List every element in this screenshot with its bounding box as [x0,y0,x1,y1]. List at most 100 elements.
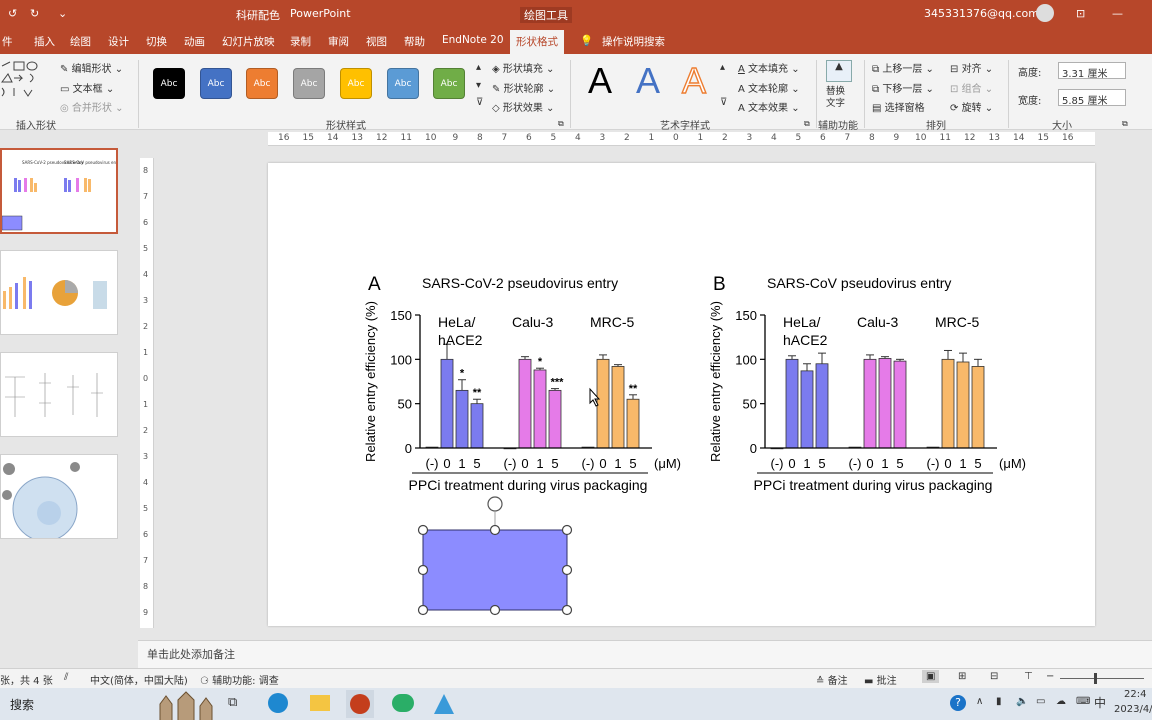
slide-thumbnail[interactable] [0,352,118,437]
edge-icon[interactable] [268,693,288,713]
wechat-icon[interactable] [392,694,414,712]
align-button[interactable]: ⊟ 对齐 ⌄ [950,60,993,75]
shape-style-swatch[interactable]: Abc [340,68,372,99]
accessibility-status[interactable]: ⚆ 辅助功能: 调查 [200,672,279,687]
resize-handle[interactable] [417,524,429,536]
avatar[interactable] [1036,4,1054,22]
slide-thumbnail-pane[interactable]: SARS-CoV-2 pseudovirus entry SARS-CoV pse… [0,130,138,668]
tab-draw[interactable]: 绘图 [70,34,91,49]
merge-shapes-button[interactable]: ◎ 合并形状 ⌄ [60,99,123,114]
height-input[interactable]: 3.31 厘米 [1058,62,1126,80]
slide-thumbnail[interactable] [0,250,118,335]
tab-file[interactable]: 件 [2,34,13,49]
tell-me-search[interactable]: 操作说明搜索 [602,34,665,49]
ribbon-display-icon[interactable]: ⊡ [1076,7,1085,20]
gallery-scroll-down-icon[interactable]: ▾ [476,80,481,91]
shape-style-swatch[interactable]: Abc [387,68,419,99]
vertical-ruler[interactable]: 8 7 6 5 4 3 2 1 0 1 2 3 4 5 6 7 8 9 [140,158,154,628]
slideshow-icon[interactable]: ⊤ [1024,671,1033,682]
tab-transitions[interactable]: 切换 [146,34,167,49]
clock-date[interactable]: 2023/4/ [1114,704,1152,715]
zoom-slider-thumb[interactable] [1094,673,1097,684]
wordart-style-orange-outline[interactable]: A [681,59,706,102]
tab-review[interactable]: 审阅 [328,34,349,49]
zoom-slider[interactable] [1060,678,1144,679]
resize-handle[interactable] [417,564,429,576]
tab-record[interactable]: 录制 [290,34,311,49]
resize-handle[interactable] [561,524,573,536]
app-icon[interactable] [434,694,454,714]
minimize-icon[interactable]: — [1112,7,1123,20]
account-email[interactable]: 345331376@qq.com [924,7,1039,20]
taskbar-search[interactable]: 搜索 [10,696,34,713]
shape-effects-button[interactable]: ◇ 形状效果 ⌄ [492,99,554,114]
gallery-scroll-up-icon[interactable]: ▴ [476,62,481,73]
dialog-launcher-icon[interactable]: ⧉ [558,119,564,129]
language-indicator[interactable]: 中文(简体，中国大陆) [90,672,188,687]
resize-handle[interactable] [417,604,429,616]
send-backward-button[interactable]: ⧉ 下移一层 ⌄ [872,80,934,95]
shape-style-swatch[interactable]: Abc [200,68,232,99]
wordart-style-blue[interactable]: A [636,60,660,102]
shape-style-swatch[interactable]: Abc [433,68,465,99]
tab-design[interactable]: 设计 [108,34,129,49]
normal-view-icon[interactable]: ▣ [922,670,940,683]
tab-help[interactable]: 帮助 [404,34,425,49]
slide-thumbnail[interactable]: SARS-CoV-2 pseudovirus entry SARS-CoV pse… [0,148,118,234]
reading-view-icon[interactable]: ⊟ [990,671,998,682]
text-box-button[interactable]: ▭ 文本框 ⌄ [60,80,114,95]
shape-style-swatch[interactable]: Abc [153,68,185,99]
resize-handle[interactable] [489,524,501,536]
slide-canvas[interactable]: A SARS-CoV-2 pseudovirus entry Relative en… [268,163,1095,626]
customize-qat-icon[interactable]: ⌄ [58,7,67,20]
tab-shape-format[interactable]: 形状格式 [510,30,564,54]
tab-view[interactable]: 视图 [366,34,387,49]
notes-pane[interactable]: 单击此处添加备注 [138,640,1152,668]
text-fill-button[interactable]: A 文本填充 ⌄ [738,60,800,75]
tab-endnote[interactable]: EndNote 20 [442,34,504,46]
wordart-scroll-up-icon[interactable]: ▴ [720,62,725,73]
wordart-style-black[interactable]: A [588,60,612,102]
undo-icon[interactable]: ↺ [8,7,17,20]
bring-forward-button[interactable]: ⧉ 上移一层 ⌄ [872,60,934,75]
task-view-icon[interactable]: ⧉ [228,695,237,710]
tab-animations[interactable]: 动画 [184,34,205,49]
tab-insert[interactable]: 插入 [34,34,55,49]
dialog-launcher-icon[interactable]: ⧉ [804,119,810,129]
resize-handle[interactable] [561,564,573,576]
file-explorer-icon[interactable] [310,695,330,711]
zoom-out-icon[interactable]: − [1046,671,1054,682]
horizontal-ruler[interactable]: 16 15 14 13 12 11 10 9 8 7 6 5 4 3 2 1 0 1 2 3 4 5 6 7 8 9 10 11 12 1… [268,132,1095,146]
shape-style-swatch[interactable]: Abc [293,68,325,99]
wordart-more-icon[interactable]: ⊽ [720,97,727,108]
powerpoint-taskbar-button[interactable] [346,690,374,718]
clock-time[interactable]: 22:4 [1124,689,1146,700]
notes-button[interactable]: ≙ 备注 [816,672,848,687]
dialog-launcher-icon[interactable]: ⧉ [1122,119,1128,129]
slide-sorter-icon[interactable]: ⊞ [958,671,966,682]
resize-handle[interactable] [561,604,573,616]
volume-icon[interactable]: 🔈 [1016,696,1028,707]
notes-placeholder[interactable]: 单击此处添加备注 [147,646,235,662]
redo-icon[interactable]: ↻ [30,7,39,20]
text-effects-button[interactable]: A 文本效果 ⌄ [738,99,800,114]
tray-usb-icon[interactable]: ▮ [996,696,1002,707]
help-icon[interactable]: ? [950,695,966,711]
text-outline-button[interactable]: A 文本轮廓 ⌄ [738,80,800,95]
width-input[interactable]: 5.85 厘米 [1058,89,1126,107]
shape-fill-button[interactable]: ◈ 形状填充 ⌄ [492,60,554,75]
edit-shape-button[interactable]: ✎ 编辑形状 ⌄ [60,60,123,75]
tab-slideshow[interactable]: 幻灯片放映 [222,34,275,49]
shape-outline-button[interactable]: ✎ 形状轮廓 ⌄ [492,80,555,95]
comments-button[interactable]: ▬ 批注 [864,672,897,687]
slide-thumbnail[interactable] [0,454,118,539]
spellcheck-icon[interactable]: ⫽ [64,672,68,683]
shape-gallery[interactable] [0,60,48,110]
shape-style-swatch[interactable]: Abc [246,68,278,99]
resize-handle[interactable] [489,604,501,616]
group-button[interactable]: ⊡ 组合 ⌄ [950,80,993,95]
ime-indicator[interactable]: 中 [1094,694,1106,711]
tray-expand-icon[interactable]: ∧ [976,696,983,707]
gallery-more-icon[interactable]: ⊽ [476,97,483,108]
network-icon[interactable]: ▭ [1036,696,1045,707]
